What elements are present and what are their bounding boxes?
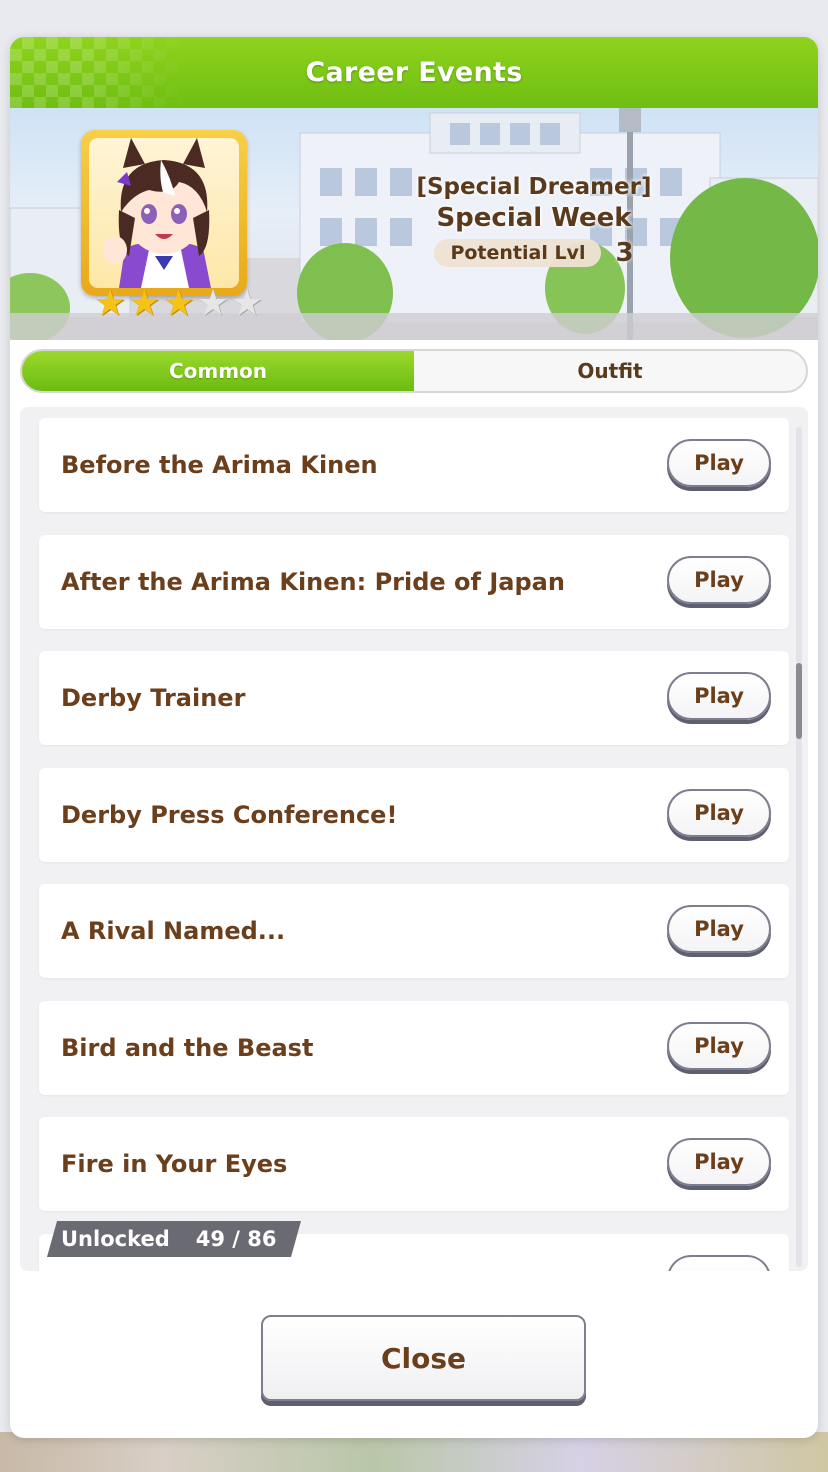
star-empty-icon: ★ (196, 283, 230, 324)
list-item: Derby Press Conference! Play (39, 768, 789, 862)
play-button[interactable]: Play (667, 672, 771, 720)
play-button[interactable]: Play (667, 1022, 771, 1070)
event-list[interactable]: Before the Arima Kinen Play After the Ar… (20, 407, 808, 1271)
list-item: After the Arima Kinen: Pride of Japan Pl… (39, 535, 789, 629)
unlocked-label: Unlocked (61, 1227, 170, 1251)
play-button[interactable]: Play (667, 556, 771, 604)
potential-label: Potential Lvl (434, 239, 602, 267)
character-banner: ★ ★ ★ ★ ★ [Special Dreamer] Special Week… (10, 108, 818, 340)
list-item: Bird and the Beast Play (39, 1001, 789, 1095)
tab-outfit[interactable]: Outfit (414, 351, 806, 391)
character-portrait (81, 130, 247, 296)
event-title: Derby Press Conference! (61, 801, 398, 829)
potential-value: 3 (615, 238, 634, 268)
play-button[interactable]: Play (667, 1138, 771, 1186)
play-button[interactable]: Play (667, 905, 771, 953)
event-title: Fire in Your Eyes (61, 1150, 288, 1178)
event-title: Before the Arima Kinen (61, 451, 378, 479)
play-button[interactable]: Play (667, 439, 771, 487)
character-name: Special Week (436, 203, 632, 233)
list-item: Before the Arima Kinen Play (39, 418, 789, 512)
character-avatar (89, 138, 239, 288)
event-title: A Rival Named... (61, 917, 286, 945)
list-item: Derby Trainer Play (39, 651, 789, 745)
play-button[interactable]: Play (667, 789, 771, 837)
tab-common[interactable]: Common (22, 351, 414, 391)
career-events-dialog: Career Events ★ ★ ★ ★ ★ [Special Dreamer… (10, 37, 818, 1438)
close-button[interactable]: Close (261, 1315, 586, 1401)
event-title: Derby Trainer (61, 684, 246, 712)
background-strip (0, 1432, 828, 1472)
character-info: [Special Dreamer] Special Week Potential… (410, 172, 658, 268)
dialog-title: Career Events (305, 57, 523, 88)
star-filled-icon: ★ (128, 283, 161, 324)
unlocked-counter: Unlocked 49 / 86 (47, 1221, 301, 1257)
dialog-header: Career Events (10, 37, 818, 108)
list-scrollbar[interactable] (796, 427, 802, 1267)
event-category-tabs: Common Outfit (20, 349, 808, 393)
star-empty-icon: ★ (231, 283, 264, 324)
list-item: Fire in Your Eyes Play (39, 1117, 789, 1211)
rarity-stars: ★ ★ ★ ★ ★ (94, 286, 263, 322)
star-filled-icon: ★ (94, 283, 127, 324)
character-epithet: [Special Dreamer] (416, 174, 652, 200)
star-filled-icon: ★ (162, 283, 195, 324)
list-item: A Rival Named... Play (39, 884, 789, 978)
scroll-thumb[interactable] (796, 663, 802, 739)
unlocked-count: 49 / 86 (195, 1227, 277, 1251)
play-button-partial[interactable] (667, 1255, 771, 1271)
event-title: Bird and the Beast (61, 1034, 314, 1062)
event-title: After the Arima Kinen: Pride of Japan (61, 568, 565, 596)
potential-level: Potential Lvl 3 (410, 238, 658, 268)
